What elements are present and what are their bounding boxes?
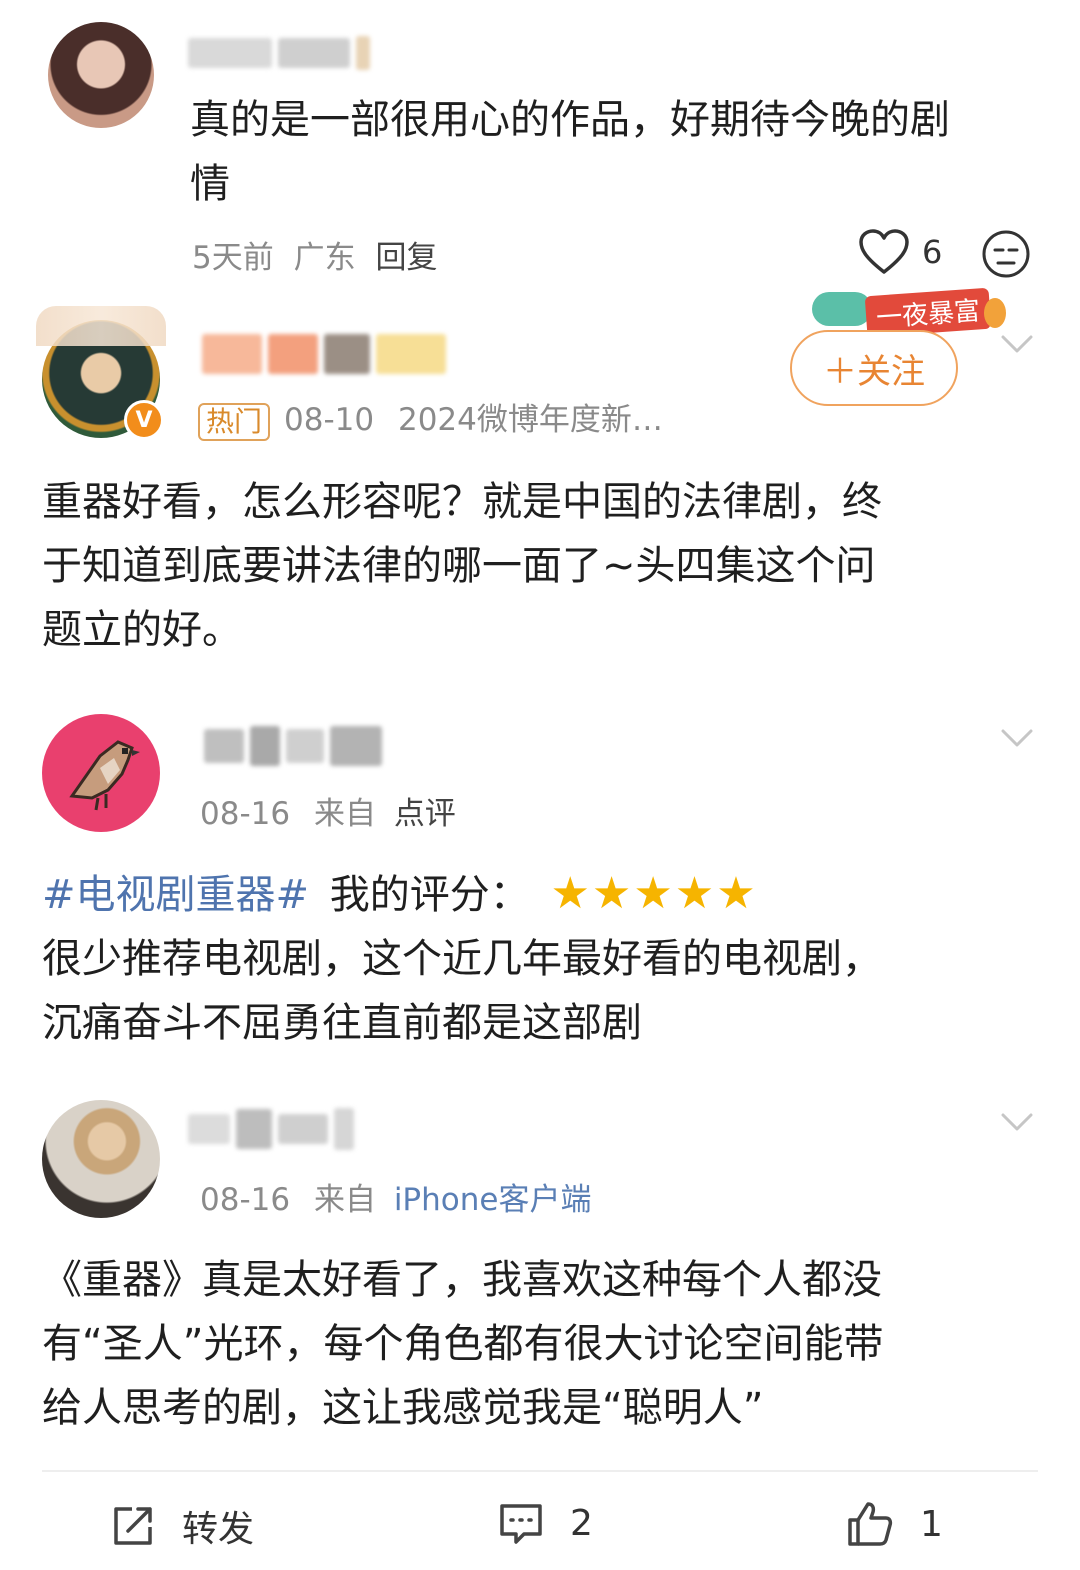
post-meta: 热门 08-10 2024微博年度新… bbox=[198, 394, 663, 441]
verified-icon: V bbox=[124, 400, 164, 440]
repost-label: 转发 bbox=[182, 1509, 255, 1550]
rating-label: 我的评分： bbox=[329, 872, 530, 918]
post-text-line: 沉痛奋斗不屈勇往直前都是这部剧 bbox=[42, 1000, 642, 1046]
location: 广东 bbox=[293, 240, 356, 276]
comment-meta: 5天前 广东 回复 bbox=[192, 232, 437, 277]
rating-line: #电视剧重器# 我的评分： ★★★★★ bbox=[42, 862, 882, 927]
post-meta: 08-16 来自 iPhone客户端 bbox=[200, 1174, 591, 1219]
comment-icon bbox=[500, 1504, 542, 1544]
post-text: 重器好看，怎么形容呢？就是中国的法律剧，终 于知道到底要讲法律的哪一面了~头四集… bbox=[42, 470, 882, 662]
post-date: 08-16 bbox=[200, 1182, 291, 1218]
post-text-line: 题立的好。 bbox=[42, 607, 242, 653]
comment-text-line: 真的是一部很用心的作品，好期待今晚的剧 bbox=[190, 97, 950, 143]
post-text: 《重器》真是太好看了，我喜欢这种每个人都没 有“圣人”光环，每个角色都有很大讨论… bbox=[42, 1248, 883, 1440]
post-date: 08-16 bbox=[200, 796, 291, 832]
like-button[interactable]: 1 bbox=[846, 1500, 943, 1548]
comment-text-line: 情 bbox=[190, 161, 230, 207]
comment-button[interactable]: 2 bbox=[498, 1500, 593, 1546]
comment-text: 真的是一部很用心的作品，好期待今晚的剧 情 bbox=[190, 88, 950, 216]
timestamp: 5天前 bbox=[192, 240, 274, 276]
rating-stars: ★★★★★ bbox=[550, 868, 758, 919]
post-source: 2024微博年度新… bbox=[397, 402, 663, 438]
post-text-line: 给人思考的剧，这让我感觉我是“聪明人” bbox=[42, 1385, 764, 1431]
avatar[interactable] bbox=[42, 714, 160, 832]
username-blurred[interactable] bbox=[188, 36, 370, 70]
post-meta: 08-16 来自 点评 bbox=[200, 788, 456, 833]
post-text-line: 于知道到底要讲法律的哪一面了~头四集这个问 bbox=[42, 543, 876, 589]
chevron-down-icon[interactable] bbox=[1000, 326, 1034, 360]
username-blurred[interactable] bbox=[202, 334, 446, 374]
post-text-line: 有“圣人”光环，每个角色都有很大讨论空间能带 bbox=[42, 1321, 884, 1367]
post-text-line: 很少推荐电视剧，这个近几年最好看的电视剧， bbox=[42, 936, 882, 982]
avatar[interactable] bbox=[42, 1100, 160, 1218]
heart-icon bbox=[859, 229, 909, 274]
post-text-line: 《重器》真是太好看了，我喜欢这种每个人都没 bbox=[42, 1257, 882, 1303]
avatar[interactable] bbox=[48, 22, 154, 128]
like-count: 6 bbox=[922, 233, 943, 271]
username-blurred[interactable] bbox=[188, 1108, 354, 1150]
chevron-down-icon[interactable] bbox=[1000, 720, 1034, 754]
post-text-line: 重器好看，怎么形容呢？就是中国的法律剧，终 bbox=[42, 479, 882, 525]
post-source[interactable]: 点评 bbox=[394, 796, 456, 832]
post-text: #电视剧重器# 我的评分： ★★★★★ 很少推荐电视剧，这个近几年最好看的电视剧… bbox=[42, 862, 882, 1055]
chevron-down-icon[interactable] bbox=[1000, 1104, 1034, 1138]
post-from-label: 来自 bbox=[313, 1182, 376, 1218]
face-icon[interactable] bbox=[980, 228, 1032, 280]
divider bbox=[42, 1470, 1038, 1472]
comment-count: 2 bbox=[570, 1502, 593, 1544]
bird-icon bbox=[69, 740, 140, 811]
share-icon bbox=[114, 1507, 152, 1545]
reply-button[interactable]: 回复 bbox=[375, 240, 437, 276]
hashtag-link[interactable]: #电视剧重器# bbox=[42, 872, 309, 918]
like-count: 1 bbox=[920, 1503, 943, 1545]
post-source[interactable]: iPhone客户端 bbox=[394, 1182, 592, 1218]
badge-decoration: 一夜暴富 bbox=[812, 282, 1006, 338]
hot-tag: 热门 bbox=[198, 402, 271, 441]
post-from-label: 来自 bbox=[313, 796, 376, 832]
repost-button[interactable]: 转发 bbox=[110, 1500, 254, 1552]
username-blurred[interactable] bbox=[204, 726, 382, 766]
thumbs-up-icon bbox=[848, 1502, 893, 1546]
follow-button[interactable]: ＋关注 bbox=[790, 330, 958, 406]
like-button[interactable]: 6 bbox=[858, 228, 942, 276]
post-date: 08-10 bbox=[284, 402, 375, 438]
avatar-frame-decoration bbox=[36, 306, 166, 346]
